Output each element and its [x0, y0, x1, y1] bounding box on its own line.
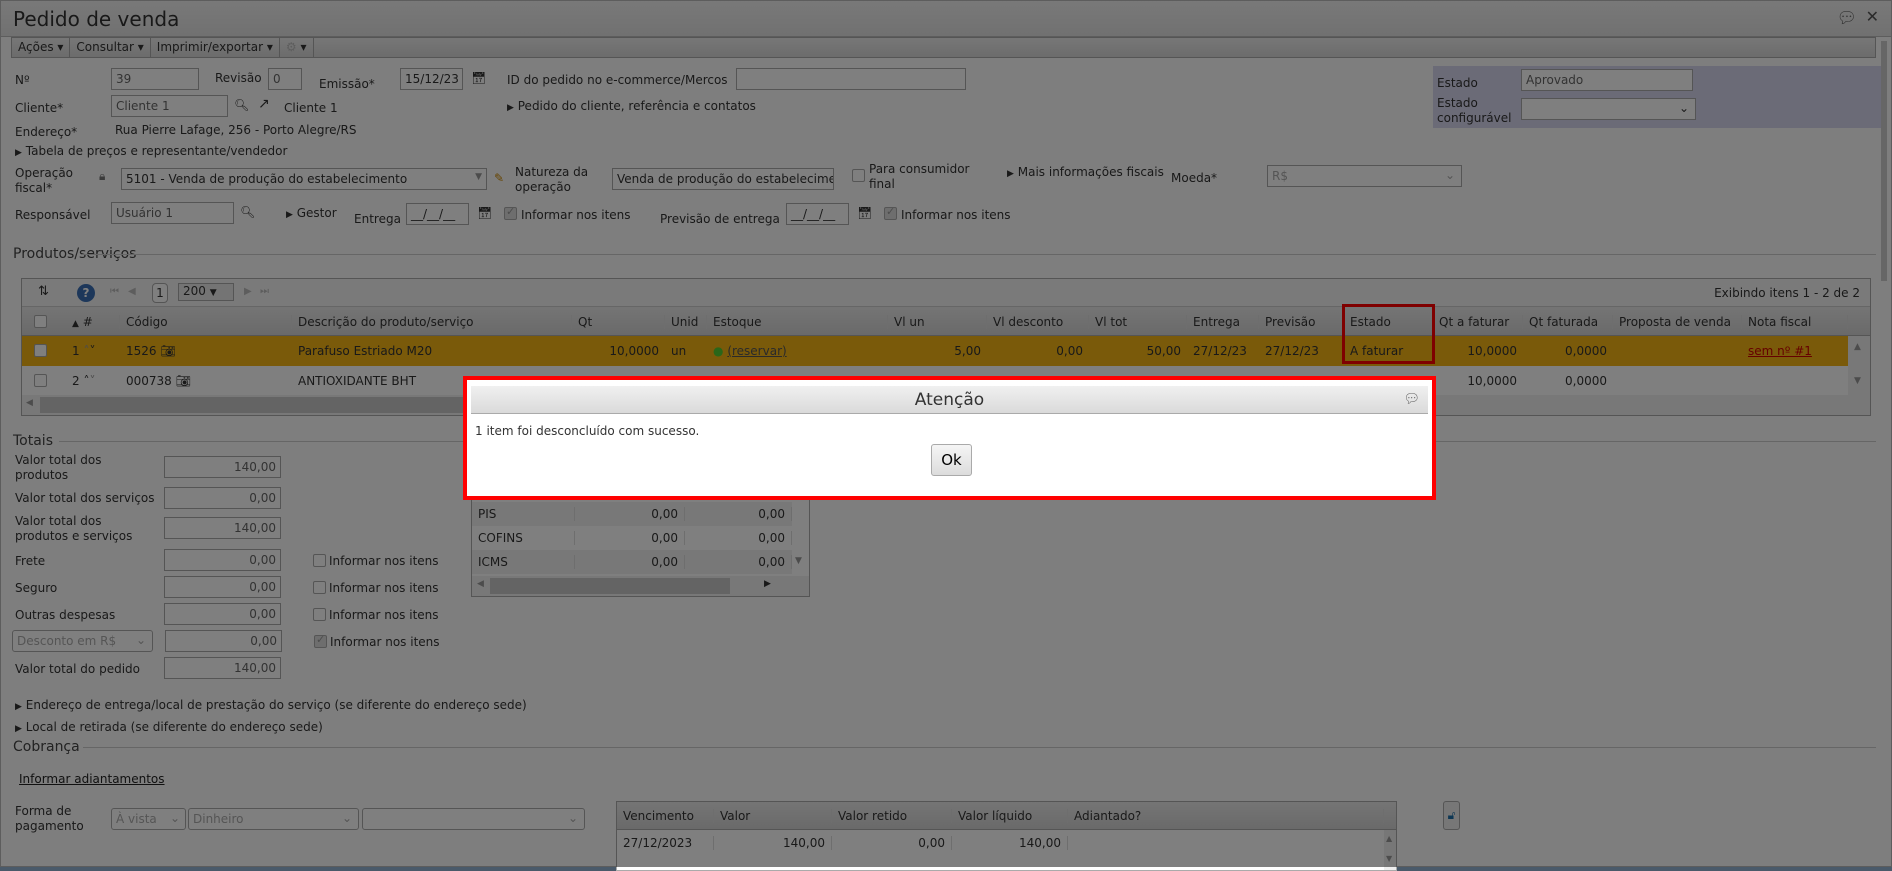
dialog-title-bar: Atenção 💬︎: [471, 386, 1428, 414]
attention-dialog: Atenção 💬︎ 1 item foi desconcluído com s…: [471, 386, 1428, 492]
dialog-message: 1 item foi desconcluído com sucesso.: [475, 424, 700, 438]
highlight-dialog: Atenção 💬︎ 1 item foi desconcluído com s…: [463, 376, 1436, 500]
dialog-title: Atenção: [914, 390, 985, 410]
ok-button[interactable]: Ok: [931, 444, 972, 476]
chat-icon[interactable]: 💬︎: [1403, 386, 1420, 414]
